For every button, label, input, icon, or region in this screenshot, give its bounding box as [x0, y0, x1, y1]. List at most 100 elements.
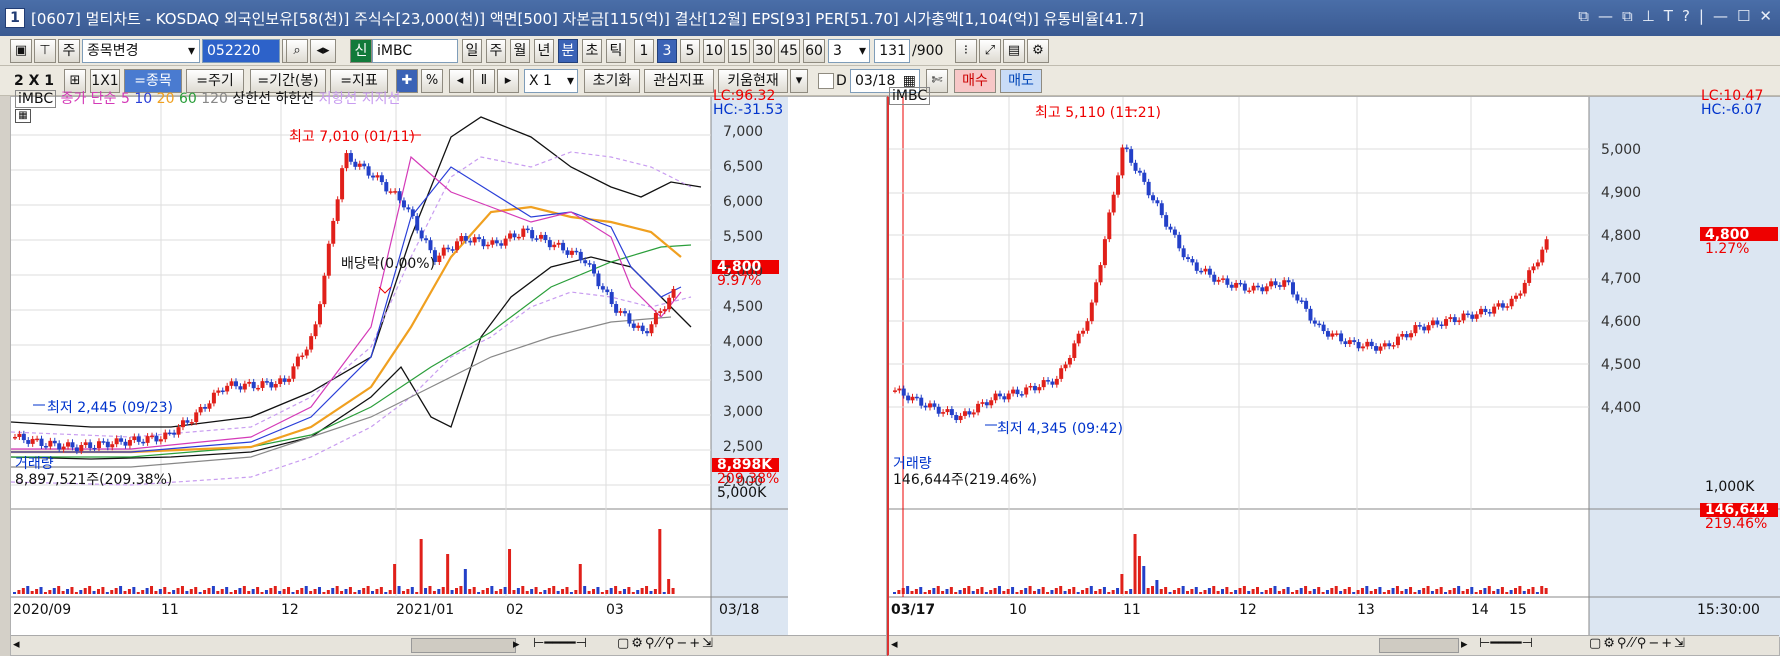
date-checkbox[interactable]	[818, 73, 834, 89]
legend-ma120[interactable]: 120	[201, 91, 228, 107]
scroll-right-icon[interactable]: ▸	[1461, 637, 1468, 652]
candle	[653, 312, 658, 325]
change-stock-dropdown[interactable]: 종목변경 ▾	[82, 39, 200, 63]
legend-support[interactable]: 지지선	[362, 91, 401, 107]
pin-icon[interactable]: ⊥	[1642, 7, 1655, 25]
tab-second[interactable]: 초	[582, 39, 602, 63]
maximize-icon[interactable]: ☐	[1737, 7, 1750, 25]
scroll-tools-icon[interactable]: ▢⚙⚲⁄⁄⚲−+⇲	[1589, 636, 1687, 651]
interval-1[interactable]: 1	[634, 39, 654, 63]
gear-icon[interactable]: ⚙	[1027, 39, 1049, 63]
volume-bar	[1505, 592, 1509, 594]
right-scrollbar[interactable]: ◂ ▸ ⊢━━━━⊣ ▢⚙⚲⁄⁄⚲−+⇲	[889, 635, 1779, 655]
draw-tool-icon[interactable]: ⤢	[979, 39, 1001, 63]
scroll-left-icon[interactable]: ◂	[13, 637, 20, 652]
candle	[273, 384, 278, 388]
scroll-thumb[interactable]	[1379, 638, 1459, 653]
volume-bar	[490, 586, 494, 594]
legend-resist[interactable]: 저항선	[319, 91, 358, 107]
stock-name-field[interactable]: iMBC	[372, 39, 458, 63]
chevron-down-icon: ▾	[858, 43, 866, 59]
scroll-right-icon[interactable]: ▸	[513, 637, 520, 652]
table-icon[interactable]: ▦	[15, 109, 31, 123]
candle	[494, 240, 499, 244]
tab-week[interactable]: 주	[486, 39, 506, 63]
candle	[1085, 321, 1090, 331]
stock-code-input[interactable]: 052220	[202, 39, 280, 63]
speaker-icon[interactable]: ◂▸	[310, 39, 336, 63]
tab-month[interactable]: 월	[510, 39, 530, 63]
scroll-thumb[interactable]	[411, 638, 516, 653]
reset-button[interactable]: 초기화	[584, 69, 640, 93]
chart-right[interactable]: iMBC LC:10.47 HC:-6.07 최고 5,110 (11:21) …	[887, 87, 1780, 656]
right-x-start: 03/17	[891, 602, 936, 618]
candle	[1216, 279, 1221, 282]
search-icon[interactable]: ⌕	[286, 39, 308, 63]
percent-button[interactable]: %	[421, 69, 443, 93]
sell-button[interactable]: 매도	[1000, 69, 1042, 93]
pause-icon[interactable]: Ⅱ	[473, 69, 495, 93]
tab-tick[interactable]: 틱	[606, 39, 626, 63]
upload-icon[interactable]: ⊤	[34, 39, 56, 63]
legend-upper[interactable]: 상한선	[232, 91, 271, 107]
save-icon[interactable]: ▤	[1003, 39, 1025, 63]
legend-ma60[interactable]: 60	[179, 91, 197, 107]
interval-3[interactable]: 3	[657, 39, 677, 63]
minimize-icon[interactable]: —	[1713, 7, 1728, 25]
left-scrollbar[interactable]: ◂ ▸ ⊢━━━━⊣ ▢⚙⚲⁄⁄⚲−+⇲	[11, 635, 886, 655]
legend-ma-title[interactable]: 종가 단순	[61, 91, 117, 107]
close-icon[interactable]: ✕	[1759, 7, 1772, 25]
tab-minute[interactable]: 분	[558, 39, 578, 63]
volume-bar	[1295, 590, 1299, 594]
right-time-tick: 13	[1357, 602, 1375, 618]
right-min-label: 최저 4,345 (09:42)	[997, 421, 1124, 437]
prev-icon[interactable]: ◂	[449, 69, 471, 93]
tab-year[interactable]: 년	[534, 39, 554, 63]
zoom-select[interactable]: X 1 ▾	[524, 69, 578, 93]
candle	[1116, 175, 1121, 195]
volume-bar	[379, 587, 383, 594]
legend-stock[interactable]: iMBC	[15, 90, 57, 108]
font-icon[interactable]: T	[1664, 7, 1673, 25]
restore-icon[interactable]: ⧉	[1578, 7, 1589, 25]
legend-ma20[interactable]: 20	[157, 91, 175, 107]
legend-lower[interactable]: 하한선	[276, 91, 315, 107]
candle	[1483, 308, 1488, 313]
interval-15[interactable]: 15	[728, 39, 750, 63]
minimize-small-icon[interactable]: —	[1598, 7, 1613, 25]
volume-bar	[552, 586, 556, 594]
interval-45[interactable]: 45	[778, 39, 800, 63]
scroll-tools-icon[interactable]: ▢⚙⚲⁄⁄⚲−+⇲	[617, 636, 715, 651]
interval-10[interactable]: 10	[703, 39, 725, 63]
volume-bar	[1199, 592, 1203, 594]
right-legend-stock[interactable]: iMBC	[889, 87, 931, 105]
help-icon[interactable]: ?	[1682, 7, 1690, 25]
legend-ma10[interactable]: 10	[134, 91, 152, 107]
scroll-left-icon[interactable]: ◂	[891, 637, 898, 652]
candle	[384, 182, 389, 192]
volume-bar	[185, 591, 189, 594]
chevron-down-icon[interactable]: ▾	[790, 69, 808, 93]
interval-60[interactable]: 60	[803, 39, 825, 63]
zoom-slider-icon[interactable]: ⊢━━━━⊣	[533, 636, 587, 651]
interval-5[interactable]: 5	[680, 39, 700, 63]
legend-ma5[interactable]: 5	[121, 91, 130, 107]
candle	[997, 393, 1002, 397]
volume-bar	[446, 554, 450, 594]
volume-bar	[150, 586, 154, 594]
tab-day[interactable]: 일	[462, 39, 482, 63]
period-selector[interactable]: 주	[58, 39, 80, 63]
candle	[388, 191, 393, 193]
tile-icon[interactable]: ⧉	[1622, 7, 1633, 25]
chart-left[interactable]: iMBC 종가 단순 5 10 20 60 120 상한선 하한선 저항선 지지…	[10, 88, 887, 656]
candle	[667, 297, 672, 310]
next-icon[interactable]: ▸	[497, 69, 519, 93]
layout-icon[interactable]: ▣	[10, 39, 32, 63]
interval-30[interactable]: 30	[753, 39, 775, 63]
buy-button[interactable]: 매수	[954, 69, 996, 93]
chart-type-icon[interactable]: ⁝	[955, 39, 977, 63]
interval-input[interactable]: 3 ▾	[828, 39, 870, 63]
zoom-slider-icon[interactable]: ⊢━━━━⊣	[1479, 636, 1533, 651]
count-input[interactable]: 131	[874, 39, 910, 63]
interest-indicator-button[interactable]: 관심지표	[644, 69, 714, 93]
